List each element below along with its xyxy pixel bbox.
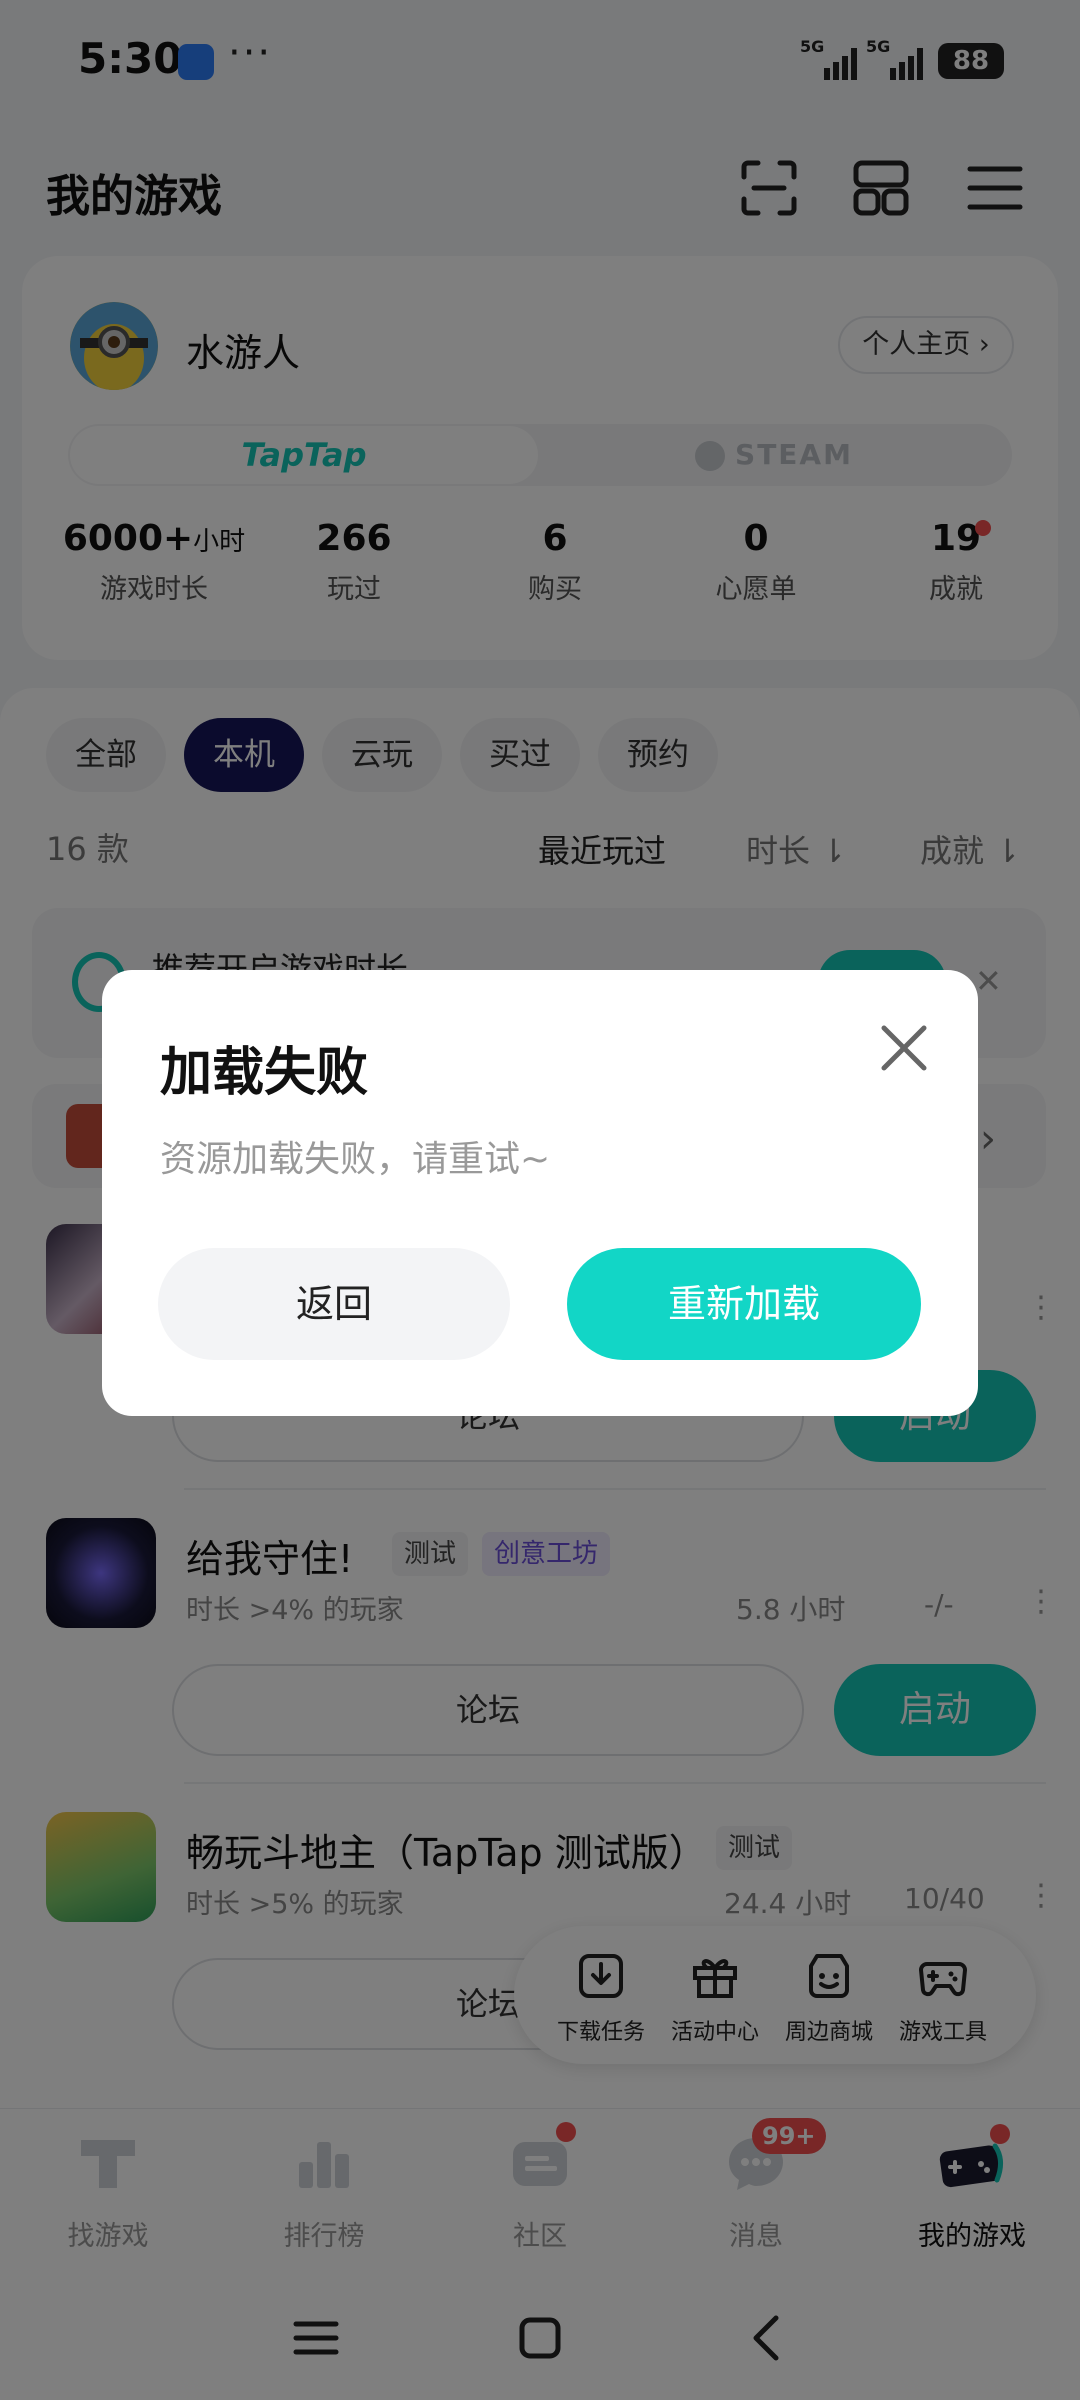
dialog-message: 资源加载失败，请重试~: [160, 1139, 551, 1180]
dialog-title: 加载失败: [160, 1043, 369, 1103]
close-icon[interactable]: [872, 1016, 936, 1080]
reload-button[interactable]: 重新加载: [567, 1248, 921, 1360]
back-button[interactable]: 返回: [158, 1248, 510, 1360]
